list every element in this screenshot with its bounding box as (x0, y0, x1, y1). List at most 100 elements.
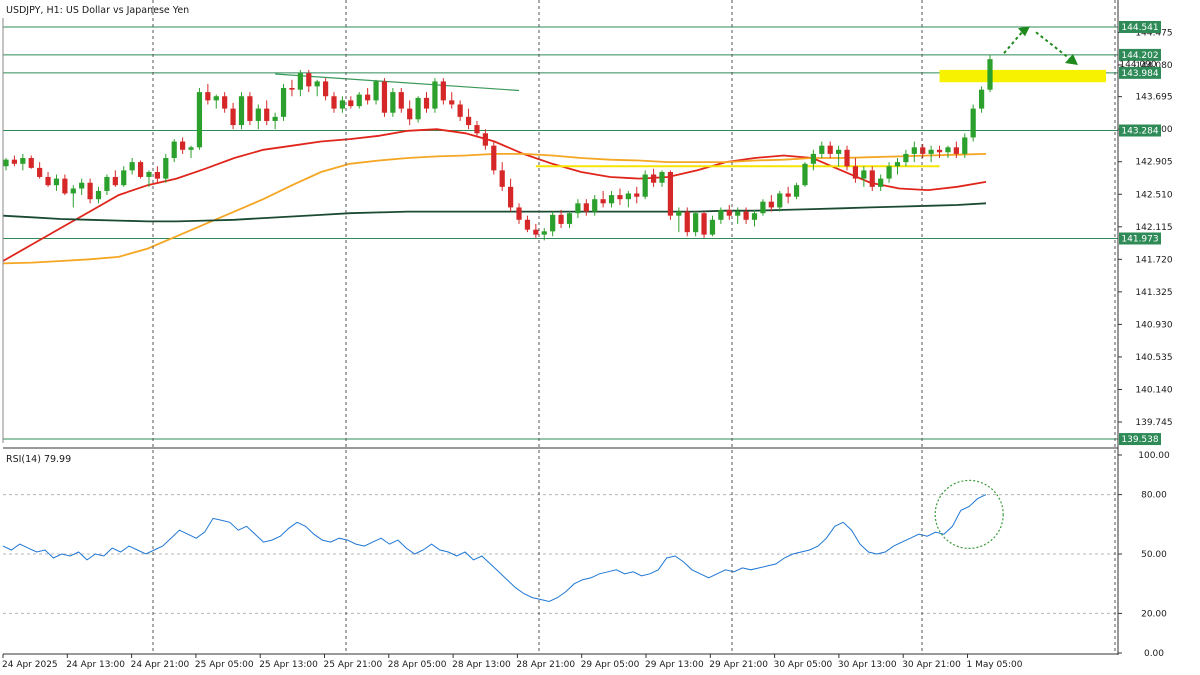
candle-body (953, 147, 959, 154)
rsi-tick-label: 100.00 (1138, 451, 1170, 461)
candle-body (566, 213, 573, 224)
candle-body (836, 149, 842, 154)
candle-body (793, 185, 800, 197)
rsi-tick-label: 50.00 (1141, 550, 1167, 560)
level-price-label: 144.541 (1121, 23, 1158, 33)
candle (381, 78, 388, 117)
candle (432, 78, 438, 113)
candle-body (768, 201, 774, 208)
candle-body (112, 176, 118, 186)
rsi-tick-label: 0.00 (1144, 649, 1164, 659)
candle-body (962, 137, 968, 154)
candle-body (600, 199, 606, 204)
candle-body (802, 163, 808, 186)
candle-body (196, 92, 203, 148)
candle-body (381, 81, 388, 113)
candle (793, 182, 800, 200)
candle (491, 141, 497, 175)
candle-body (617, 195, 623, 200)
candle (356, 92, 362, 109)
price-tick-label: 142.510 (1135, 190, 1172, 200)
candle-body (482, 133, 488, 146)
level-price-label: 141.973 (1121, 234, 1158, 244)
candle-body (920, 147, 926, 154)
candle-body (508, 186, 514, 208)
candle-body (163, 158, 169, 179)
candle-body (667, 172, 674, 216)
candle-body (785, 193, 791, 197)
candle-body (407, 108, 413, 120)
candle-body (592, 199, 598, 212)
candle-body (415, 97, 421, 120)
candle-body (272, 116, 278, 121)
candle-body (558, 214, 564, 224)
time-tick-label: 24 Apr 13:00 (66, 660, 125, 670)
candle-body (331, 96, 337, 109)
candle-body (129, 162, 135, 171)
time-tick-label: 28 Apr 05:00 (388, 660, 447, 670)
candle-body (693, 213, 699, 233)
candle (196, 88, 203, 150)
candle-body (810, 153, 816, 164)
time-tick-label: 30 Apr 21:00 (902, 660, 961, 670)
candle-body (465, 116, 472, 126)
candle-body (936, 149, 943, 153)
candle-body (735, 211, 741, 216)
candle-body (541, 231, 547, 235)
time-tick-label: 29 Apr 21:00 (709, 660, 768, 670)
time-tick-label: 29 Apr 13:00 (645, 660, 704, 670)
candle-body (314, 81, 320, 87)
candle (137, 160, 144, 179)
time-tick-label: 30 Apr 05:00 (774, 660, 833, 670)
candle-body (11, 159, 18, 164)
time-tick-label: 25 Apr 05:00 (195, 660, 254, 670)
candle-body (37, 167, 43, 177)
time-tick-label: 28 Apr 13:00 (452, 660, 511, 670)
candle (684, 207, 690, 237)
candle-body (911, 147, 917, 154)
candle-body (146, 172, 152, 177)
candle-body (945, 147, 951, 153)
candle-body (827, 145, 833, 154)
price-tick-label: 142.115 (1135, 223, 1172, 233)
time-tick-label: 25 Apr 21:00 (324, 660, 383, 670)
candle-body (457, 104, 463, 117)
candle-body (886, 166, 892, 179)
candle-body (121, 170, 127, 186)
candle-body (373, 81, 379, 101)
candle-body (583, 203, 589, 212)
candle (987, 55, 993, 93)
time-tick-label: 25 Apr 13:00 (259, 660, 318, 670)
candle-body (432, 81, 438, 109)
candle-body (516, 207, 522, 220)
candle-body (718, 209, 724, 220)
candle-body (180, 141, 186, 150)
candle-body (676, 211, 682, 216)
candle-body (844, 149, 850, 167)
candle (667, 170, 674, 220)
chart-root: 24 Apr 2025 24 Apr 13:00 24 Apr 21:00 25 Ap… (0, 0, 1200, 675)
candle-body (62, 178, 68, 194)
candle-body (751, 213, 758, 220)
highlight-zone (939, 69, 1106, 83)
candle-body (491, 145, 497, 171)
candle-body (449, 100, 455, 105)
candle-body (255, 108, 261, 121)
candle-body (575, 203, 581, 214)
price-tick-label: 140.930 (1135, 320, 1172, 330)
candle-body (87, 182, 93, 200)
candle-body (726, 209, 732, 216)
candle-body (701, 213, 707, 235)
price-tick-label: 141.720 (1135, 255, 1172, 265)
candle-body (743, 211, 749, 220)
time-tick-label: 24 Apr 2025 (2, 660, 58, 670)
candle-body (970, 108, 976, 138)
candle-body (894, 162, 901, 167)
candle-body (499, 170, 505, 187)
candle-body (306, 73, 312, 87)
candle-body (95, 190, 102, 200)
candle-body (339, 100, 346, 109)
chart-title: USDJPY, H1: US Dollar vs Japanese Yen (6, 5, 189, 16)
candle-body (550, 214, 556, 232)
price-tick-label: 140.140 (1135, 385, 1172, 395)
